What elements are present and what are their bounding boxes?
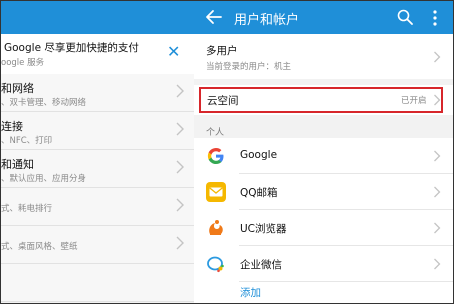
settings-item-more[interactable] [1,264,194,302]
account-label: QQ邮箱 [240,187,278,199]
settings-item-notifications[interactable]: 和通知 、默认应用、应用分身 [1,150,194,188]
uc-browser-icon [209,220,223,235]
settings-item-display[interactable]: 式、桌面风格、壁纸 [1,226,194,264]
accounts-list: Google QQ邮箱 UC浏览器 企业微信 添加 [194,138,453,303]
users-accounts-pane: 用户和帐户 多用户 当前登录的用户：机主 云空间 已开启 个人 Google Q… [194,1,453,303]
chevron-right-icon [434,150,441,162]
settings-item-subtitle: 、默认应用、应用分身 [1,174,87,184]
chevron-right-icon [434,94,441,106]
account-item-ucbrowser[interactable]: UC浏览器 [194,210,453,246]
google-icon [207,148,224,164]
settings-item-connection[interactable]: 连接 、NFC、打印 [1,112,194,150]
cloud-space-item[interactable]: 云空间 已开启 [194,85,453,115]
multi-user-item[interactable]: 多用户 当前登录的用户：机主 [194,34,453,79]
settings-item-battery[interactable]: 式、耗电排行 [1,188,194,226]
account-item-qqmail[interactable]: QQ邮箱 [194,174,453,210]
chevron-right-icon [176,84,184,98]
chevron-right-icon [176,122,184,136]
account-label: 企业微信 [240,259,282,271]
account-item-wework[interactable]: 企业微信 [194,246,453,282]
chevron-right-icon [434,258,441,270]
settings-item-title: 连接 [1,120,23,133]
close-icon[interactable]: ✕ [167,42,180,61]
account-label: UC浏览器 [240,223,287,235]
divider [239,281,453,282]
settings-item-subtitle: 式、桌面风格、壁纸 [1,242,78,252]
chevron-right-icon [434,186,441,198]
cloud-space-title: 云空间 [207,95,239,107]
cloud-space-status: 已开启 [401,96,427,106]
banner-subtitle: oogle 服务 [1,58,45,68]
screen-frame: Google 尽享更加快捷的支付 oogle 服务 ✕ 和网络 、双卡管理、移动… [0,0,454,304]
more-options-icon[interactable] [430,9,440,27]
settings-item-subtitle: 、NFC、打印 [1,136,53,146]
settings-list-pane: Google 尽享更加快捷的支付 oogle 服务 ✕ 和网络 、双卡管理、移动… [1,1,194,303]
back-arrow-icon[interactable] [205,8,223,26]
chevron-right-icon [434,51,441,63]
account-label: Google [240,149,278,161]
settings-item-title: 和通知 [1,158,34,171]
settings-item-subtitle: 式、耗电排行 [1,204,53,214]
page-title: 用户和帐户 [234,13,300,28]
add-account-button[interactable]: 添加 [240,285,261,300]
chevron-right-icon [176,236,184,250]
account-item-google[interactable]: Google [194,138,453,174]
section-title-personal: 个人 [206,128,225,138]
google-pay-banner[interactable]: Google 尽享更加快捷的支付 oogle 服务 ✕ [1,34,194,74]
chevron-right-icon [434,222,441,234]
settings-item-network[interactable]: 和网络 、双卡管理、移动网络 [1,74,194,112]
settings-item-title: 和网络 [1,82,34,95]
settings-item-subtitle: 、双卡管理、移动网络 [1,98,87,108]
chevron-right-icon [176,198,184,212]
qq-mail-icon [206,182,226,202]
app-bar: 用户和帐户 [194,1,453,34]
chevron-right-icon [176,160,184,174]
wework-icon [207,256,224,273]
settings-list: 和网络 、双卡管理、移动网络 连接 、NFC、打印 和通知 、默认应用、应用分身… [1,74,194,302]
banner-title: Google 尽享更加快捷的支付 [4,42,139,54]
settings-app-bar [1,1,194,34]
multi-user-subtitle: 当前登录的用户：机主 [206,62,292,72]
multi-user-title: 多用户 [206,45,238,57]
search-icon[interactable] [397,9,413,25]
